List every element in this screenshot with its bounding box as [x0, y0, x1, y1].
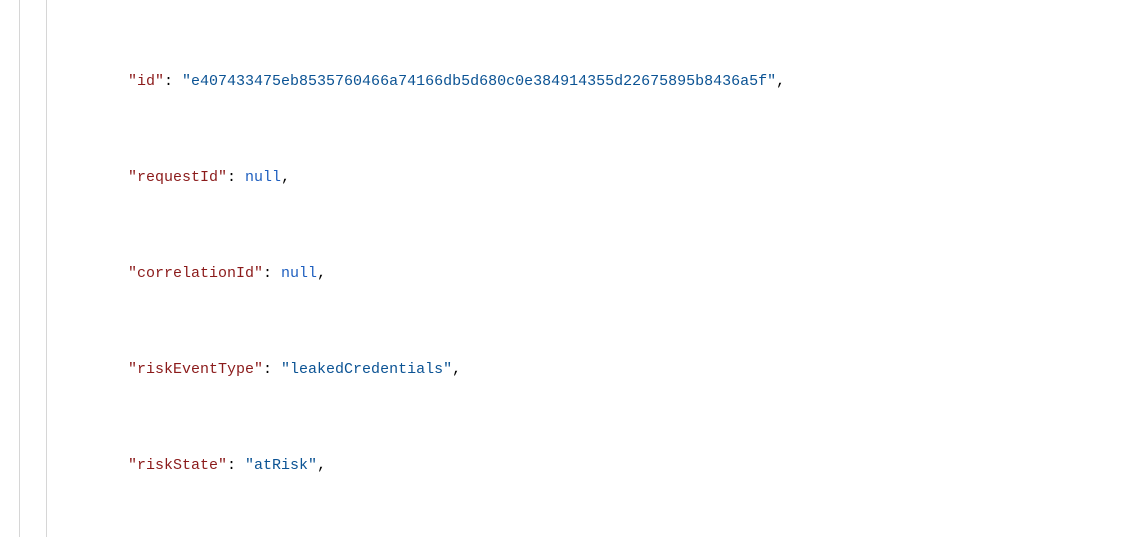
json-value: null — [281, 265, 317, 282]
json-value: "atRisk" — [245, 457, 317, 474]
json-line-id: "id": "e407433475eb8535760466a74166db5d6… — [0, 70, 1139, 94]
json-line-correlationId: "correlationId": null, — [0, 262, 1139, 286]
json-key: "requestId" — [128, 169, 227, 186]
comma: , — [317, 457, 326, 474]
colon: : — [227, 169, 245, 186]
json-line-riskState: "riskState": "atRisk", — [0, 454, 1139, 478]
json-code-block: "id": "e407433475eb8535760466a74166db5d6… — [0, 0, 1139, 537]
json-key: "riskState" — [128, 457, 227, 474]
json-value: "leakedCredentials" — [281, 361, 452, 378]
json-line-requestId: "requestId": null, — [0, 166, 1139, 190]
colon: : — [164, 73, 182, 90]
comma: , — [281, 169, 290, 186]
comma: , — [317, 265, 326, 282]
json-key: "correlationId" — [128, 265, 263, 282]
json-key: "id" — [128, 73, 164, 90]
code-viewer: "id": "e407433475eb8535760466a74166db5d6… — [0, 0, 1139, 537]
colon: : — [227, 457, 245, 474]
json-line-riskEventType: "riskEventType": "leakedCredentials", — [0, 358, 1139, 382]
colon: : — [263, 361, 281, 378]
json-key: "riskEventType" — [128, 361, 263, 378]
json-value: "e407433475eb8535760466a74166db5d680c0e3… — [182, 73, 776, 90]
comma: , — [776, 73, 785, 90]
colon: : — [263, 265, 281, 282]
json-value: null — [245, 169, 281, 186]
comma: , — [452, 361, 461, 378]
